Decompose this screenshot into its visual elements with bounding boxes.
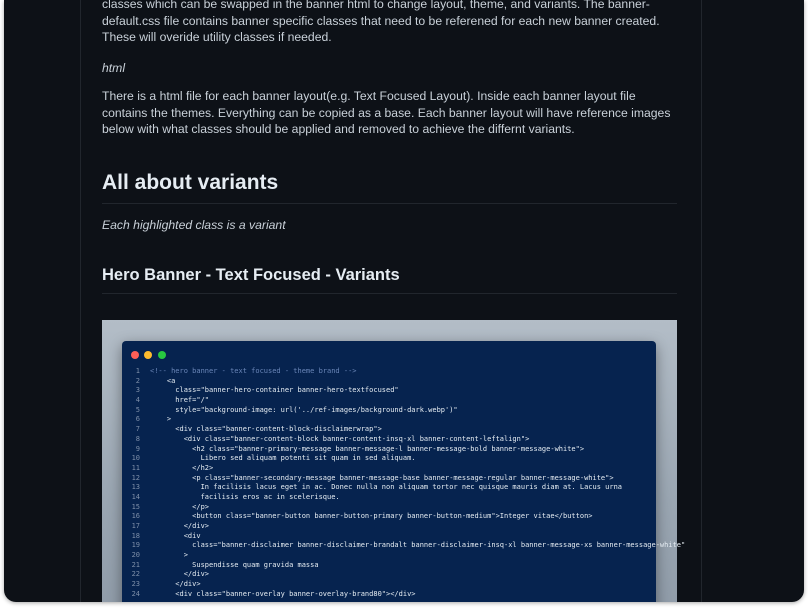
code-line: 16 <button class="banner-button banner-b… — [122, 512, 656, 522]
code-text: > — [150, 415, 172, 424]
code-text: style="background-image: url('../ref-ima… — [150, 405, 458, 414]
code-text: <button class="banner-button banner-butt… — [150, 512, 593, 521]
line-number: 23 — [131, 580, 140, 589]
code-line: 1 <!-- hero banner - text focused - theme… — [122, 367, 656, 377]
code-line: 2 <a — [122, 377, 656, 387]
code-text: > — [150, 551, 188, 560]
markdown-preview-window: classes which can be swapped in the bann… — [4, 0, 804, 602]
variants-note: Each highlighted class is a variant — [102, 218, 286, 232]
code-text: <div — [150, 531, 201, 540]
code-text: href="/" — [150, 396, 210, 405]
code-line: 18 <div — [122, 532, 656, 542]
layout-paragraph: There is a html file for each banner lay… — [102, 89, 671, 137]
code-text: class="banner-hero-container banner-hero… — [150, 386, 399, 395]
close-dot-icon — [131, 351, 139, 359]
code-text: <a — [150, 376, 176, 385]
line-number: 22 — [131, 570, 140, 579]
code-line: 24 <div class="banner-overlay banner-ove… — [122, 590, 656, 600]
code-line: 4 href="/" — [122, 396, 656, 406]
line-number: 18 — [131, 531, 140, 540]
line-number: 9 — [135, 444, 140, 453]
line-number: 5 — [135, 405, 140, 414]
code-line: 8 <div class="banner-content-block banne… — [122, 435, 656, 445]
line-number: 6 — [135, 415, 140, 424]
line-number: 11 — [131, 463, 140, 472]
code-text: In facilisis lacus eget in ac. Donec nul… — [150, 483, 623, 492]
code-line: 23 </div> — [122, 580, 656, 590]
code-editor-window: 1 <!-- hero banner - text focused - theme… — [122, 341, 686, 602]
code-screenshot-image: 1 <!-- hero banner - text focused - theme… — [102, 320, 686, 602]
line-number: 15 — [131, 502, 140, 511]
maximize-dot-icon — [158, 351, 166, 359]
line-number: 20 — [131, 551, 140, 560]
code-text: </h2> — [150, 463, 214, 472]
minimize-dot-icon — [144, 351, 152, 359]
code-line: 14 facilisis eros ac in scelerisque. — [122, 493, 656, 503]
code-line: 5 style="background-image: url('../ref-i… — [122, 406, 656, 416]
variants-heading: All about variants — [102, 171, 677, 204]
line-number: 13 — [131, 483, 140, 492]
code-text: </div> — [150, 570, 210, 579]
hero-variants-heading: Hero Banner - Text Focused - Variants — [102, 266, 677, 294]
line-number: 8 — [135, 434, 140, 443]
code-text: Libero sed aliquam potenti sit quam in s… — [150, 454, 416, 463]
code-text: <div class="banner-content-block-disclai… — [150, 425, 382, 434]
code-line: 22 </div> — [122, 570, 656, 580]
code-line: 3 class="banner-hero-container banner-he… — [122, 386, 656, 396]
code-text: </div> — [150, 522, 210, 530]
line-number: 7 — [135, 425, 140, 434]
code-line: 15 </p> — [122, 503, 656, 513]
code-text: <div class="banner-content-block banner-… — [150, 434, 530, 443]
line-number: 17 — [131, 522, 140, 530]
line-number: 12 — [131, 473, 140, 482]
line-number: 1 — [135, 367, 140, 375]
line-number: 14 — [131, 492, 140, 501]
code-text: facilisis eros ac in scelerisque. — [150, 492, 340, 501]
line-number: 10 — [131, 454, 140, 463]
code-block: 1 <!-- hero banner - text focused - theme… — [122, 367, 686, 600]
intro-paragraph: classes which can be swapped in the bann… — [102, 0, 660, 45]
code-text: <p class="banner-secondary-message banne… — [150, 473, 614, 482]
code-text: <h2 class="banner-primary-message banner… — [150, 444, 585, 453]
line-number: 4 — [135, 396, 140, 405]
code-line: 12 <p class="banner-secondary-message ba… — [122, 474, 656, 484]
code-line: 9 <h2 class="banner-primary-message bann… — [122, 445, 656, 455]
code-text: <!-- hero banner - text focused - theme … — [150, 367, 357, 375]
code-line: 7 <div class="banner-content-block-discl… — [122, 425, 656, 435]
code-text: Suspendisse quam gravida massa — [150, 560, 319, 569]
line-number: 19 — [131, 541, 140, 550]
code-line: 20 > — [122, 551, 656, 561]
code-line: 19 class="banner-disclaimer banner-discl… — [122, 541, 686, 551]
code-text: class="banner-disclaimer banner-disclaim… — [150, 541, 686, 550]
code-line: 21 Suspendisse quam gravida massa — [122, 561, 656, 571]
code-line: 17 </div> — [122, 522, 656, 532]
code-text: </p> — [150, 502, 210, 511]
line-number: 21 — [131, 560, 140, 569]
line-number: 3 — [135, 386, 140, 395]
code-line: 13 In facilisis lacus eget in ac. Donec … — [122, 483, 656, 493]
html-label: html — [102, 61, 126, 75]
code-line: 10 Libero sed aliquam potenti sit quam i… — [122, 454, 656, 464]
code-text: </div> — [150, 580, 201, 589]
line-number: 16 — [131, 512, 140, 521]
code-text: <div class="banner-overlay banner-overla… — [150, 589, 416, 598]
code-line: 6 > — [122, 415, 656, 425]
code-line: 11 </h2> — [122, 464, 656, 474]
line-number: 24 — [131, 589, 140, 598]
line-number: 2 — [135, 376, 140, 385]
